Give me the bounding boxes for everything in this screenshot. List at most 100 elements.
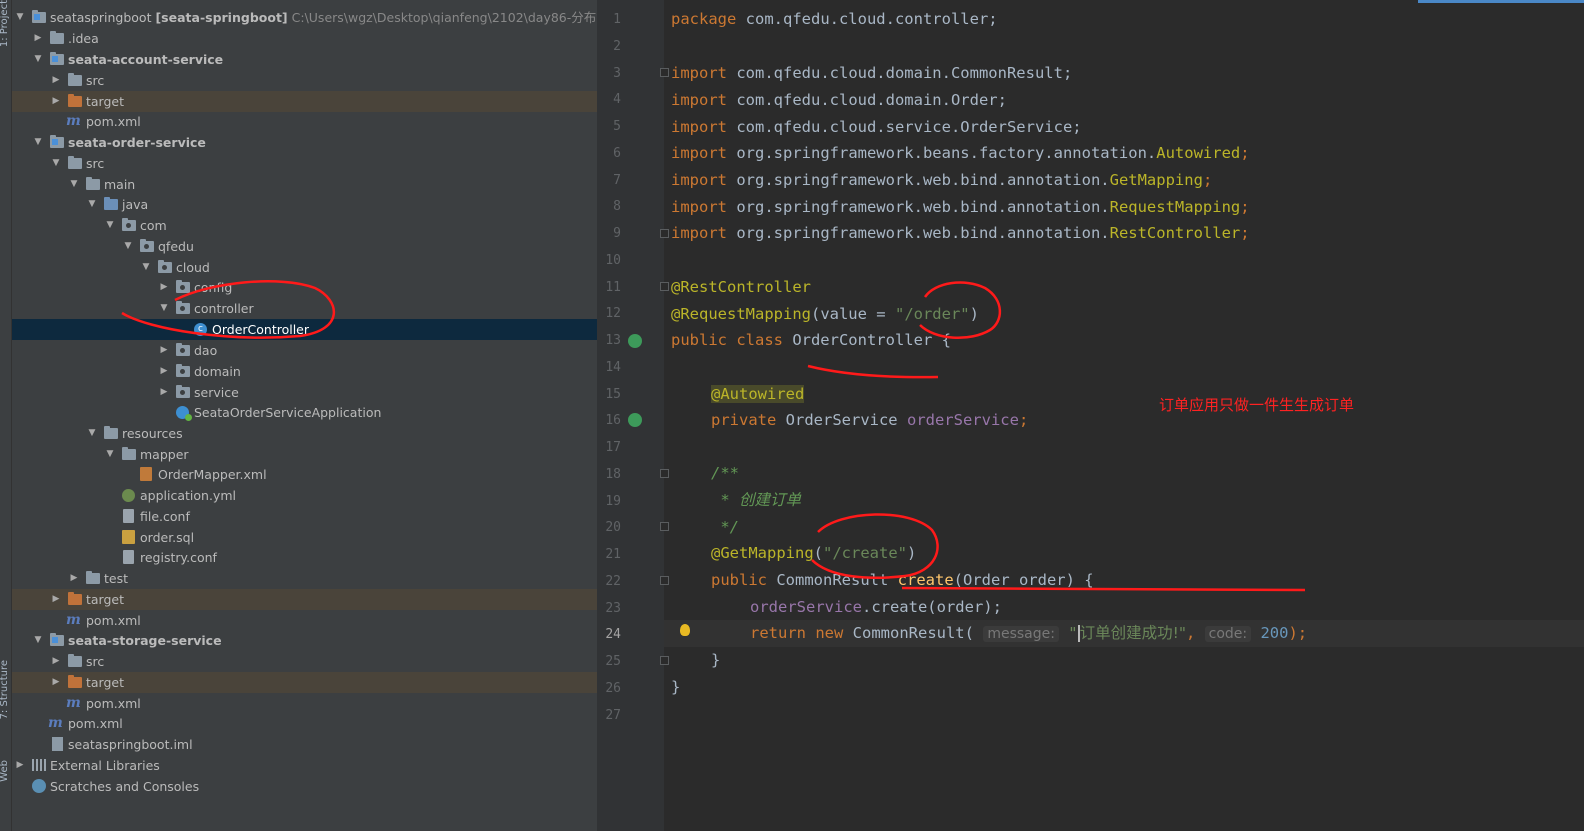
chevron-right-icon[interactable]: ▶ — [68, 568, 80, 589]
tree-item-order-service[interactable]: ▼ seata-order-service — [12, 132, 597, 153]
chevron-right-icon[interactable]: ▶ — [14, 755, 26, 776]
tree-item-application-class[interactable]: SeataOrderServiceApplication — [12, 402, 597, 423]
fold-marker-icon[interactable] — [660, 656, 669, 665]
chevron-right-icon[interactable]: ▶ — [32, 28, 44, 49]
autowired-bean-icon[interactable] — [628, 413, 642, 427]
chevron-right-icon[interactable]: ▶ — [158, 382, 170, 403]
chevron-down-icon[interactable]: ▼ — [86, 423, 98, 444]
chevron-right-icon[interactable]: ▶ — [158, 361, 170, 382]
code-line-22[interactable]: public CommonResult create(Order order) … — [711, 567, 1094, 594]
fold-marker-icon[interactable] — [660, 282, 669, 291]
fold-marker-icon[interactable] — [660, 469, 669, 478]
tree-item-order-mapper[interactable]: OrderMapper.xml — [12, 464, 597, 485]
chevron-down-icon[interactable]: ▼ — [32, 630, 44, 651]
chevron-down-icon[interactable]: ▼ — [122, 236, 134, 257]
tree-item-root-pom[interactable]: m pom.xml — [12, 713, 597, 734]
tree-item-src[interactable]: ▶ src — [12, 651, 597, 672]
code-line-8[interactable]: import org.springframework.web.bind.anno… — [671, 194, 1250, 221]
code-line-15[interactable]: @Autowired — [711, 381, 805, 408]
fold-marker-icon[interactable] — [660, 68, 669, 77]
tree-item-idea[interactable]: ▶ .idea — [12, 28, 597, 49]
spring-bean-icon[interactable] — [628, 334, 642, 348]
fold-marker-icon[interactable] — [660, 576, 669, 585]
tree-item-target[interactable]: ▶ target — [12, 672, 597, 693]
chevron-right-icon[interactable]: ▶ — [50, 91, 62, 112]
tree-root[interactable]: ▼ seataspringboot [seata-springboot] C:\… — [12, 7, 597, 28]
code-line-19[interactable]: * 创建订单 — [711, 487, 801, 514]
tree-item-mapper[interactable]: ▼ mapper — [12, 444, 597, 465]
tree-item-controller[interactable]: ▼ controller — [12, 298, 597, 319]
fold-marker-icon[interactable] — [660, 522, 669, 531]
chevron-down-icon[interactable]: ▼ — [104, 444, 116, 465]
code-line-20[interactable]: */ — [711, 514, 739, 541]
chevron-right-icon[interactable]: ▶ — [50, 651, 62, 672]
tree-item-qfedu[interactable]: ▼ qfedu — [12, 236, 597, 257]
code-line-21[interactable]: @GetMapping("/create") — [711, 540, 916, 567]
chevron-down-icon[interactable]: ▼ — [86, 194, 98, 215]
code-editor[interactable]: package com.qfedu.cloud.controller; impo… — [664, 0, 1584, 831]
chevron-down-icon[interactable]: ▼ — [140, 257, 152, 278]
code-line-7[interactable]: import org.springframework.web.bind.anno… — [671, 167, 1212, 194]
code-line-1[interactable]: package com.qfedu.cloud.controller; — [671, 6, 998, 33]
tree-item-dao[interactable]: ▶ dao — [12, 340, 597, 361]
tree-item-src[interactable]: ▶ src — [12, 70, 597, 91]
tree-item-domain[interactable]: ▶ domain — [12, 361, 597, 382]
code-line-16[interactable]: private OrderService orderService; — [711, 407, 1028, 434]
tree-item-cloud[interactable]: ▼ cloud — [12, 257, 597, 278]
lightbulb-icon[interactable] — [680, 624, 690, 636]
tab-structure[interactable]: 7: Structure — [0, 660, 11, 719]
code-line-23[interactable]: orderService.create(order); — [750, 594, 1002, 621]
code-line-13[interactable]: public class OrderController { — [671, 327, 951, 354]
tree-item-pom[interactable]: m pom.xml — [12, 693, 597, 714]
tree-item-application-yml[interactable]: application.yml — [12, 485, 597, 506]
chevron-right-icon[interactable]: ▶ — [50, 70, 62, 91]
code-line-9[interactable]: import org.springframework.web.bind.anno… — [671, 220, 1250, 247]
code-line-12[interactable]: @RequestMapping(value = "/order") — [671, 301, 979, 328]
tree-item-external-libraries[interactable]: ▶ External Libraries — [12, 755, 597, 776]
tree-item-test[interactable]: ▶ test — [12, 568, 597, 589]
tree-item-order-sql[interactable]: order.sql — [12, 527, 597, 548]
tree-item-src[interactable]: ▼ src — [12, 153, 597, 174]
chevron-right-icon[interactable]: ▶ — [158, 340, 170, 361]
code-line-26[interactable]: } — [671, 674, 680, 701]
tree-item-target[interactable]: ▶ target — [12, 589, 597, 610]
tree-item-java[interactable]: ▼ java — [12, 194, 597, 215]
chevron-down-icon[interactable]: ▼ — [158, 298, 170, 319]
tree-item-service[interactable]: ▶ service — [12, 382, 597, 403]
code-line-25[interactable]: } — [711, 647, 720, 674]
tree-item-storage-service[interactable]: ▼ seata-storage-service — [12, 630, 597, 651]
tree-item-com[interactable]: ▼ com — [12, 215, 597, 236]
excluded-folder-icon — [68, 592, 82, 605]
tab-project[interactable]: 1: Project — [0, 0, 11, 47]
tree-item-config[interactable]: ▶ config — [12, 277, 597, 298]
tree-item-pom[interactable]: m pom.xml — [12, 610, 597, 631]
code-line-6[interactable]: import org.springframework.beans.factory… — [671, 140, 1250, 167]
chevron-down-icon[interactable]: ▼ — [104, 215, 116, 236]
chevron-right-icon[interactable]: ▶ — [158, 277, 170, 298]
tree-item-scratches[interactable]: Scratches and Consoles — [12, 776, 597, 797]
chevron-down-icon[interactable]: ▼ — [68, 174, 80, 195]
fold-marker-icon[interactable] — [660, 229, 669, 238]
chevron-down-icon[interactable]: ▼ — [32, 132, 44, 153]
code-line-24[interactable]: return new CommonResult( message: " 订单创建成… — [750, 620, 1307, 647]
tree-item-order-controller[interactable]: c OrderController — [12, 319, 597, 340]
tree-item-main[interactable]: ▼ main — [12, 174, 597, 195]
chevron-down-icon[interactable]: ▼ — [32, 49, 44, 70]
tree-item-resources[interactable]: ▼ resources — [12, 423, 597, 444]
code-line-18[interactable]: /** — [711, 460, 739, 487]
code-line-4[interactable]: import com.qfedu.cloud.domain.Order; — [671, 87, 1007, 114]
tree-item-iml[interactable]: seataspringboot.iml — [12, 734, 597, 755]
chevron-right-icon[interactable]: ▶ — [50, 589, 62, 610]
tree-item-pom[interactable]: m pom.xml — [12, 111, 597, 132]
tree-item-target[interactable]: ▶ target — [12, 91, 597, 112]
tree-item-registry-conf[interactable]: registry.conf — [12, 547, 597, 568]
code-line-5[interactable]: import com.qfedu.cloud.service.OrderServ… — [671, 114, 1082, 141]
tree-item-file-conf[interactable]: file.conf — [12, 506, 597, 527]
chevron-right-icon[interactable]: ▶ — [50, 672, 62, 693]
code-line-3[interactable]: import com.qfedu.cloud.domain.CommonResu… — [671, 60, 1072, 87]
code-line-11[interactable]: @RestController — [671, 274, 811, 301]
chevron-down-icon[interactable]: ▼ — [50, 153, 62, 174]
tree-item-account-service[interactable]: ▼ seata-account-service — [12, 49, 597, 70]
tab-web[interactable]: Web — [0, 760, 11, 782]
chevron-down-icon[interactable]: ▼ — [14, 7, 26, 28]
